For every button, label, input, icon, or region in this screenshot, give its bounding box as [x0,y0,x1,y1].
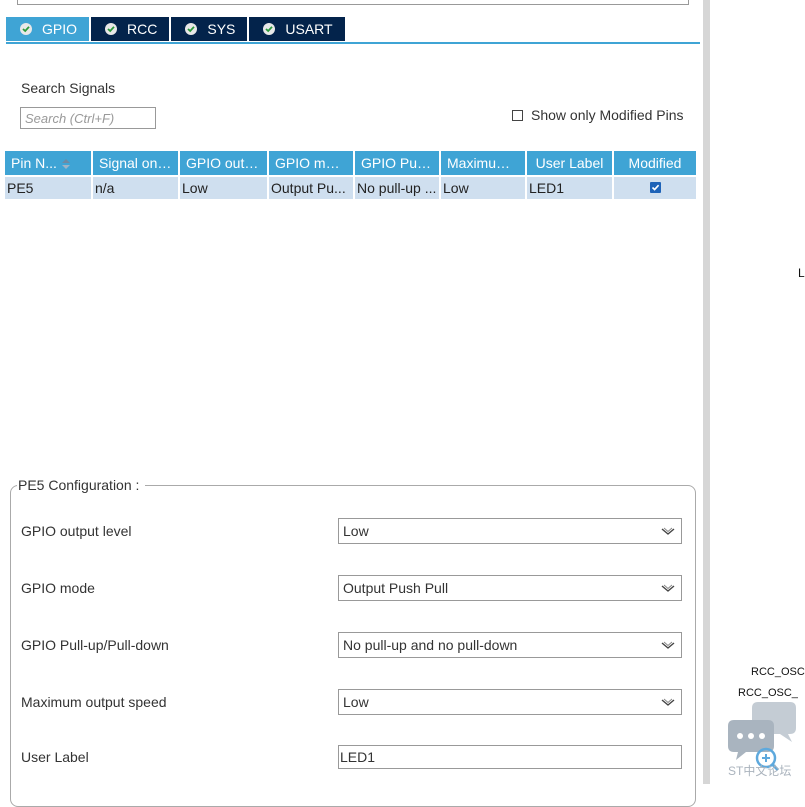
user-label-label: User Label [21,749,89,765]
column-header-label: Pin N... [11,155,57,171]
chevron-down-icon [661,641,675,649]
signals-table: Pin N... Signal on ... GPIO outp... GPIO… [5,151,698,199]
cell-signal: n/a [92,175,180,199]
select-value: Low [343,694,369,710]
panel-splitter[interactable] [703,0,710,784]
column-header-modified[interactable]: Modified [613,151,698,176]
tab-label: USART [285,21,333,37]
tab-label: GPIO [42,21,78,37]
tab-label: RCC [127,21,158,37]
pin-edge-label: L [798,266,805,280]
select-value: Output Push Pull [343,580,449,596]
column-header-pin[interactable]: Pin N... [5,151,93,176]
mode-tabs: GPIO RCC SYS USART [6,17,347,41]
chevron-down-icon [661,527,675,535]
show-only-modified-toggle[interactable]: Show only Modified Pins [512,107,684,123]
top-field-fragment[interactable] [17,0,689,5]
tab-rcc[interactable]: RCC [91,17,170,41]
pin-label-rcc-osc-in: RCC_OSC [751,666,805,678]
sort-icon [61,159,70,170]
cell-pull: No pull-up ... [354,175,441,199]
max-output-speed-select[interactable]: Low [338,689,682,715]
tab-gpio[interactable]: GPIO [6,17,90,41]
show-only-modified-checkbox[interactable] [512,109,523,121]
gpio-pull-select[interactable]: No pull-up and no pull-down [338,632,682,658]
check-circle-icon [105,23,118,35]
modified-checkbox[interactable] [649,182,661,193]
cell-output: Low [179,175,269,199]
column-header-max-speed[interactable]: Maximum ... [440,151,527,176]
cell-pin: PE5 [5,175,93,199]
tab-sys[interactable]: SYS [171,17,248,41]
check-circle-icon [185,23,198,35]
tab-label: SYS [207,21,236,37]
search-signals-label: Search Signals [21,80,116,96]
column-header-gpio-mode[interactable]: GPIO mode [268,151,355,176]
column-header-user-label[interactable]: User Label [526,151,614,176]
max-output-speed-label: Maximum output speed [21,694,167,710]
chevron-down-icon [661,584,675,592]
cell-modified [613,175,698,199]
gpio-pull-label: GPIO Pull-up/Pull-down [21,637,169,653]
select-value: No pull-up and no pull-down [343,637,518,653]
gpio-output-level-select[interactable]: Low [338,518,682,544]
tab-usart[interactable]: USART [249,17,345,41]
pin-configuration-title: PE5 Configuration : [17,477,146,493]
column-header-gpio-pull[interactable]: GPIO Pull-... [354,151,441,176]
table-row[interactable]: PE5 n/a Low Output Pu... No pull-up ... … [5,175,698,199]
column-header-gpio-output[interactable]: GPIO outp... [179,151,269,176]
pin-label-rcc-osc-out: RCC_OSC_ [738,687,798,699]
cell-speed: Low [440,175,527,199]
table-header-row: Pin N... Signal on ... GPIO outp... GPIO… [5,151,698,176]
chip-view-panel: L RCC_OSC RCC_OSC_ [710,0,805,784]
show-only-modified-label: Show only Modified Pins [531,107,684,123]
chevron-down-icon [661,698,675,706]
gpio-mode-select[interactable]: Output Push Pull [338,575,682,601]
cell-mode: Output Pu... [268,175,355,199]
tab-underline [6,42,700,44]
gpio-mode-label: GPIO mode [21,580,95,596]
check-circle-icon [20,23,32,35]
select-value: Low [343,523,369,539]
gpio-output-level-label: GPIO output level [21,523,132,539]
cell-user-label: LED1 [526,175,614,199]
user-label-input[interactable] [338,745,682,769]
pinout-configuration-panel: GPIO RCC SYS USART Search Signals Show o… [0,0,703,807]
column-header-signal[interactable]: Signal on ... [92,151,180,176]
forum-watermark-text: ST中文论坛 [728,764,792,778]
search-input[interactable] [20,107,156,129]
check-circle-icon [263,23,276,35]
